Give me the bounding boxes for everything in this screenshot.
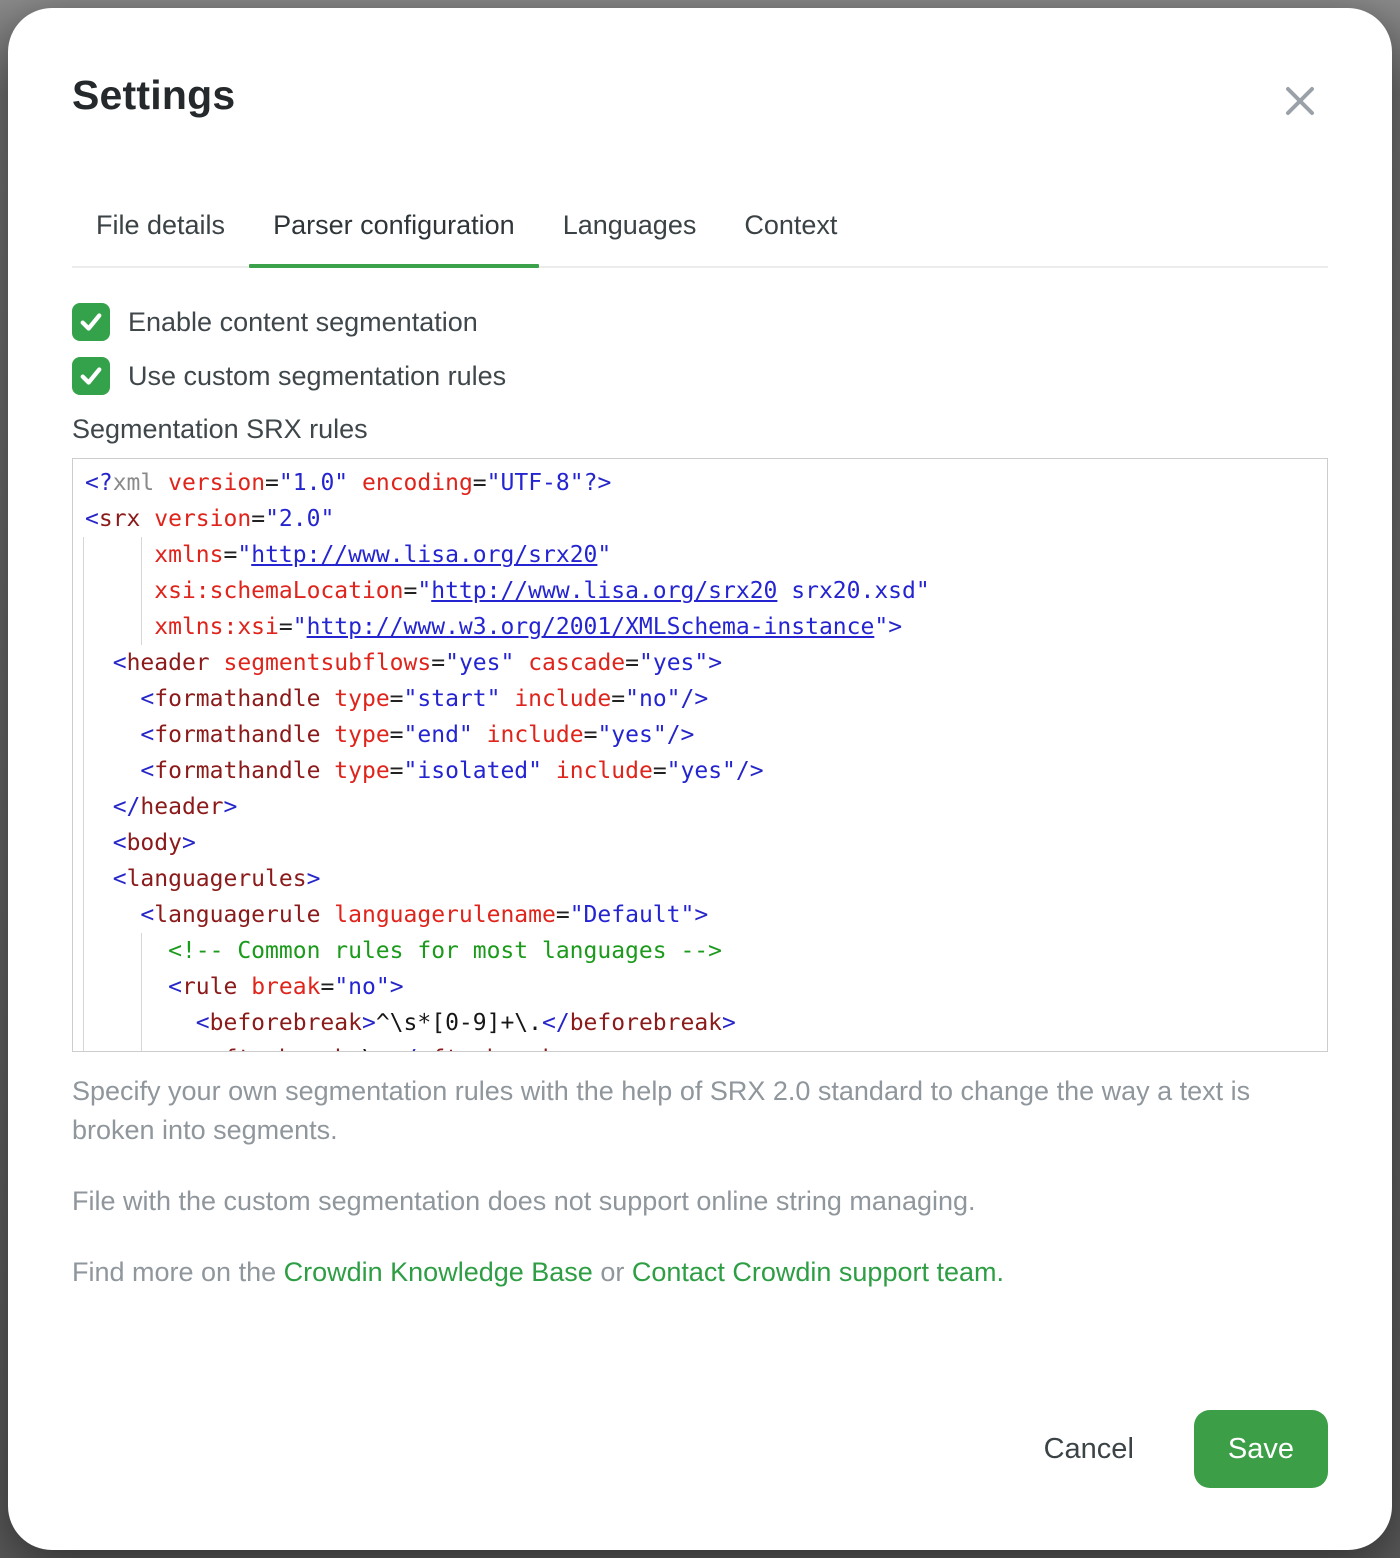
checkbox-row-custom-rules[interactable]: Use custom segmentation rules bbox=[72, 354, 1336, 398]
help-text-line: broken into segments. bbox=[72, 1115, 338, 1145]
help-text-find-more: Find more on the Crowdin Knowledge Base … bbox=[72, 1253, 1328, 1292]
srx-rules-label: Segmentation SRX rules bbox=[72, 412, 1336, 446]
help-text-online-managing: File with the custom segmentation does n… bbox=[72, 1182, 1328, 1221]
help-text-line: Specify your own segmentation rules with… bbox=[72, 1076, 1250, 1106]
close-icon bbox=[1281, 108, 1319, 123]
tab-bar: File details Parser configuration Langua… bbox=[72, 208, 1328, 268]
find-more-suffix: . bbox=[997, 1257, 1005, 1287]
save-button[interactable]: Save bbox=[1194, 1410, 1328, 1488]
dialog-header: Settings bbox=[64, 70, 1336, 124]
tab-parser-configuration[interactable]: Parser configuration bbox=[249, 208, 539, 266]
find-more-middle: or bbox=[593, 1257, 632, 1287]
settings-dialog: Settings File details Parser configurati… bbox=[8, 8, 1392, 1550]
close-button[interactable] bbox=[1278, 80, 1322, 124]
tab-languages[interactable]: Languages bbox=[539, 208, 721, 266]
contact-support-link[interactable]: Contact Crowdin support team bbox=[632, 1257, 997, 1287]
tab-file-details[interactable]: File details bbox=[72, 208, 249, 266]
help-text-srx: Specify your own segmentation rules with… bbox=[72, 1072, 1328, 1150]
checkbox-label: Use custom segmentation rules bbox=[128, 359, 506, 393]
dialog-title: Settings bbox=[64, 70, 235, 120]
checked-checkbox-icon[interactable] bbox=[72, 303, 110, 341]
code-editor-content[interactable]: <?xml version="1.0" encoding="UTF-8"?><s… bbox=[73, 459, 1327, 1052]
knowledge-base-link[interactable]: Crowdin Knowledge Base bbox=[284, 1257, 593, 1287]
find-more-prefix: Find more on the bbox=[72, 1257, 284, 1287]
checkbox-row-enable-segmentation[interactable]: Enable content segmentation bbox=[72, 300, 1336, 344]
checkbox-group: Enable content segmentation Use custom s… bbox=[72, 300, 1336, 398]
cancel-button[interactable]: Cancel bbox=[1040, 1423, 1138, 1476]
tab-context[interactable]: Context bbox=[720, 208, 861, 266]
checkbox-label: Enable content segmentation bbox=[128, 305, 478, 339]
dialog-footer: Cancel Save bbox=[64, 1410, 1336, 1488]
checked-checkbox-icon[interactable] bbox=[72, 357, 110, 395]
srx-code-editor[interactable]: <?xml version="1.0" encoding="UTF-8"?><s… bbox=[72, 458, 1328, 1052]
